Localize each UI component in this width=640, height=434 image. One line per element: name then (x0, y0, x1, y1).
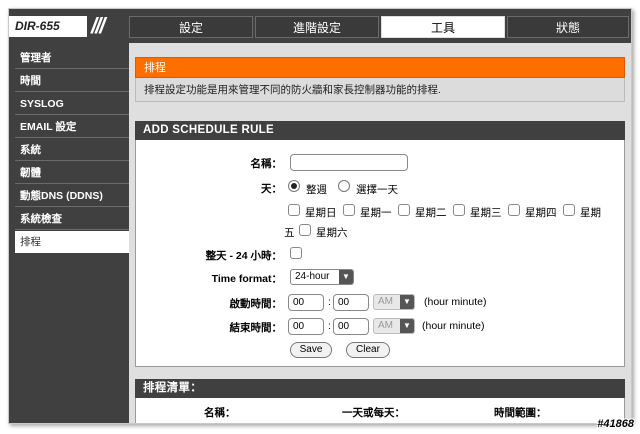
schedule-name-input[interactable] (290, 154, 408, 171)
time-format-label: Time format： (211, 273, 282, 285)
col-time-header: 時間範圍： (494, 407, 547, 419)
end-hour-input[interactable]: 00 (288, 318, 324, 335)
end-hint: (hour minute) (422, 320, 485, 332)
col-day-header: 一天或每天： (342, 407, 405, 419)
sun-checkbox[interactable] (288, 204, 300, 216)
end-minute-input[interactable]: 00 (333, 318, 369, 335)
schedule-list-heading: 排程清單： (135, 379, 625, 398)
sidebar-item-time[interactable]: 時間 (15, 70, 129, 92)
top-nav-bar: DIR-655 /// 設定 進階設定 工具 狀態 (9, 9, 631, 43)
chevron-down-icon: ▼ (339, 270, 353, 284)
sidebar: 管理者 時間 SYSLOG EMAIL 設定 系統 韌體 動態DNS (DDNS… (9, 43, 129, 423)
tab-advanced[interactable]: 進階設定 (255, 16, 379, 38)
wed-label: 星期三 (470, 207, 502, 219)
start-time-label: 啟動時間： (229, 298, 283, 310)
allday-checkbox[interactable] (290, 247, 302, 259)
brand-slashes: /// (91, 13, 105, 38)
select-day-radio[interactable] (338, 180, 350, 192)
sidebar-item-schedules[interactable]: 排程 (15, 231, 129, 253)
sidebar-item-firmware[interactable]: 韌體 (15, 162, 129, 184)
start-hint: (hour minute) (424, 296, 487, 308)
time-format-value: 24-hour (295, 271, 330, 282)
thu-checkbox[interactable] (508, 204, 520, 216)
chevron-down-icon: ▼ (400, 295, 414, 309)
add-rule-heading: ADD SCHEDULE RULE (135, 121, 625, 140)
time-format-select[interactable]: 24-hour ▼ (290, 269, 354, 285)
save-button[interactable]: Save (290, 342, 332, 358)
select-day-label: 選擇一天 (356, 184, 398, 196)
watermark: #41868 (597, 418, 634, 430)
end-time-label: 結束時間： (229, 322, 283, 334)
all-week-radio[interactable] (288, 180, 300, 192)
mon-label: 星期一 (360, 207, 392, 219)
schedule-list-panel: 名稱： 一天或每天： 時間範圍： (135, 398, 625, 423)
tab-setup[interactable]: 設定 (129, 16, 253, 38)
page-title: 排程 (135, 57, 625, 78)
fri-label-wrap: 五 (284, 227, 295, 239)
sun-label: 星期日 (305, 207, 337, 219)
page-description: 排程設定功能是用來管理不同的防火牆和家長控制器功能的排程. (135, 78, 625, 102)
day-label: 天： (261, 183, 282, 195)
add-rule-panel: 名稱： 天： 整週 選擇一天 星期日 星期一 星期二 星期三 星期四 星期 五 (135, 140, 625, 367)
name-label: 名稱： (250, 158, 283, 170)
sidebar-item-syscheck[interactable]: 系統檢查 (15, 208, 129, 230)
clear-button[interactable]: Clear (346, 342, 390, 358)
wed-checkbox[interactable] (453, 204, 465, 216)
sat-label: 星期六 (316, 227, 348, 239)
fri-checkbox[interactable] (563, 204, 575, 216)
end-colon: : (328, 320, 331, 332)
fri-label: 星期 (580, 207, 601, 219)
tue-label: 星期二 (415, 207, 447, 219)
sidebar-item-ddns[interactable]: 動態DNS (DDNS) (15, 185, 129, 207)
main-content: 排程 排程設定功能是用來管理不同的防火牆和家長控制器功能的排程. ADD SCH… (129, 43, 631, 423)
sidebar-item-syslog[interactable]: SYSLOG (15, 93, 129, 115)
brand-logo: DIR-655 (9, 16, 87, 37)
start-ampm-value: AM (378, 296, 393, 307)
start-ampm-select[interactable]: AM ▼ (373, 294, 415, 310)
sidebar-item-admin[interactable]: 管理者 (15, 47, 129, 69)
all-week-label: 整週 (306, 184, 327, 196)
col-name-header: 名稱： (204, 407, 236, 419)
sidebar-item-system[interactable]: 系統 (15, 139, 129, 161)
tab-status[interactable]: 狀態 (507, 16, 629, 38)
router-admin-window: DIR-655 /// 設定 進階設定 工具 狀態 管理者 時間 SYSLOG … (8, 8, 632, 424)
thu-label: 星期四 (525, 207, 557, 219)
end-ampm-value: AM (378, 320, 393, 331)
start-colon: : (328, 296, 331, 308)
tue-checkbox[interactable] (398, 204, 410, 216)
allday-label: 整天 - 24 小時： (205, 250, 282, 262)
end-ampm-select[interactable]: AM ▼ (373, 318, 415, 334)
start-minute-input[interactable]: 00 (333, 294, 369, 311)
sidebar-item-email[interactable]: EMAIL 設定 (15, 116, 129, 138)
chevron-down-icon: ▼ (400, 319, 414, 333)
tab-tools[interactable]: 工具 (381, 16, 505, 38)
mon-checkbox[interactable] (343, 204, 355, 216)
start-hour-input[interactable]: 00 (288, 294, 324, 311)
sat-checkbox[interactable] (299, 224, 311, 236)
